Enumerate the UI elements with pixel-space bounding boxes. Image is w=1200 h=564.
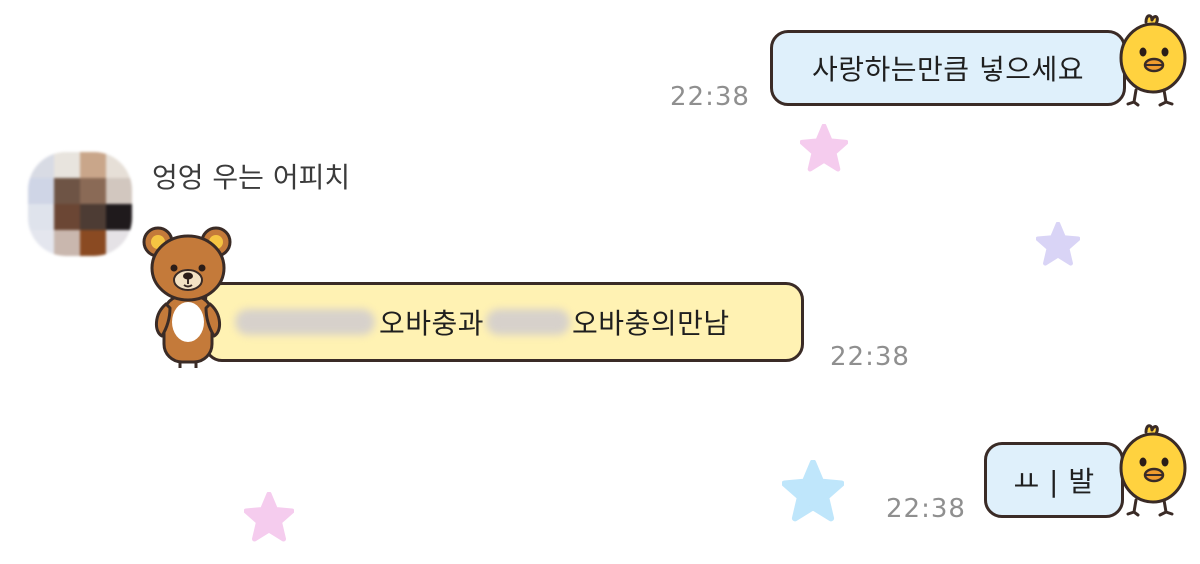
pink-star-icon xyxy=(244,492,294,542)
message-time: 22:38 xyxy=(670,82,750,112)
message-text-part-1: 오바충과 xyxy=(379,307,485,340)
sent-message-bubble[interactable]: ㅛ | 발 xyxy=(984,442,1124,518)
pink-star-icon xyxy=(800,124,848,172)
sent-message-bubble[interactable]: 사랑하는만큼 넣으세요 xyxy=(770,30,1126,106)
message-time: 22:38 xyxy=(886,494,966,524)
blurred-word-1 xyxy=(235,309,375,335)
received-message-bubble[interactable]: 오바충과 오바충의만남 xyxy=(204,282,804,362)
yellow-chick-icon xyxy=(1119,14,1187,107)
message-text-part-2: 오바충의만남 xyxy=(572,307,730,340)
yellow-chick-icon xyxy=(1119,424,1187,517)
lavender-star-icon xyxy=(1036,222,1080,266)
sender-name: 엉엉 우는 어피치 xyxy=(152,161,351,194)
message-time: 22:38 xyxy=(830,342,910,372)
blue-star-icon xyxy=(782,460,844,522)
avatar[interactable] xyxy=(28,152,132,256)
blurred-word-2 xyxy=(486,309,571,335)
brown-bear-icon xyxy=(142,226,232,368)
message-text: 사랑하는만큼 넣으세요 xyxy=(811,53,1084,86)
message-text: ㅛ | 발 xyxy=(1013,465,1095,498)
